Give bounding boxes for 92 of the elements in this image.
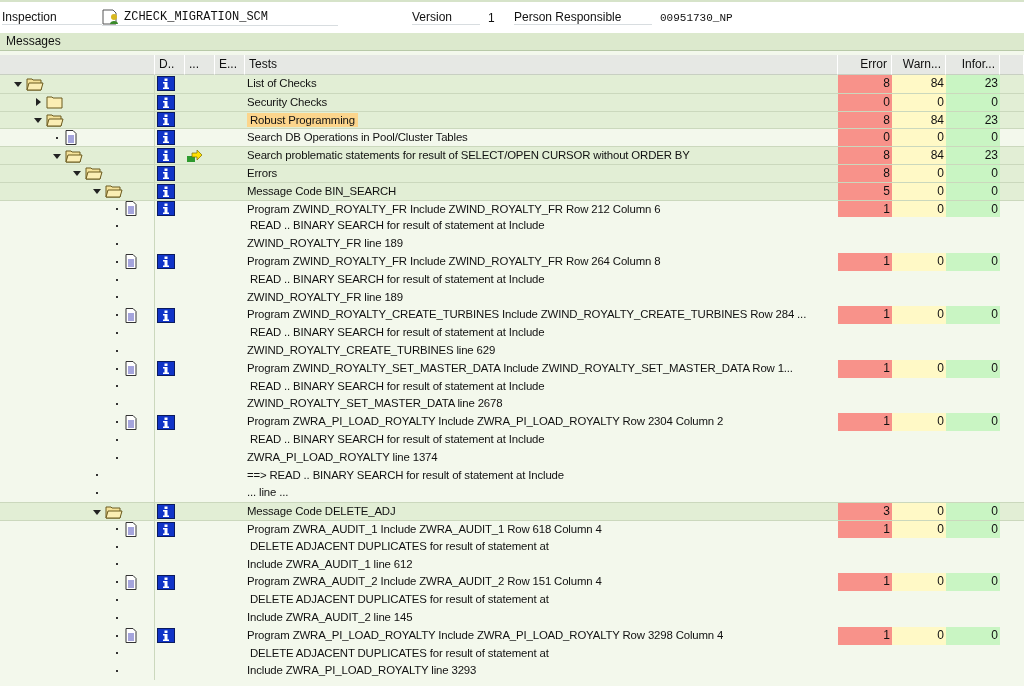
warning-count: 0 — [892, 128, 946, 147]
info-count: 23 — [946, 146, 1000, 164]
test-name[interactable]: READ .. BINARY SEARCH for result of statement at Include — [247, 432, 545, 445]
test-name[interactable]: Search problematic statements for result of SELECT/OPEN CURSOR without ORDER BY — [247, 149, 690, 162]
info-count: 0 — [946, 306, 1000, 325]
test-name[interactable]: ==> READ .. BINARY SEARCH for result of statement at Include — [247, 468, 564, 481]
warning-count: 0 — [892, 306, 946, 325]
test-name[interactable]: Program ZWRA_PI_LOAD_ROYALTY Include ZWRA_PI_LOAD_ROYALTY Row 2304 Column 2 — [247, 415, 724, 428]
test-name[interactable]: READ .. BINARY SEARCH for result of statement at Include — [247, 219, 545, 232]
error-count: 3 — [838, 502, 892, 520]
inspection-name: ZCHECK_MIGRATION_SCM — [124, 10, 269, 24]
test-name[interactable]: Program ZWRA_PI_LOAD_ROYALTY Include ZWRA_PI_LOAD_ROYALTY Row 3298 Column 4 — [247, 628, 724, 641]
expanded-toggle-icon[interactable] — [33, 116, 42, 124]
column-header[interactable]: Tests — [245, 55, 838, 75]
collapsed-toggle-icon[interactable] — [33, 98, 42, 107]
warning-count: 84 — [892, 146, 946, 164]
test-name[interactable]: ZWIND_ROYALTY_FR line 189 — [247, 290, 403, 303]
warning-count: 84 — [892, 75, 946, 93]
test-name[interactable]: DELETE ADJACENT DUPLICATES for result of statement at — [247, 593, 549, 606]
error-count: 0 — [838, 128, 892, 147]
version-label: Version — [412, 10, 480, 25]
test-name[interactable]: ... line ... — [247, 486, 289, 499]
open-folder-icon — [65, 148, 84, 163]
column-header[interactable]: Warn... — [892, 55, 946, 75]
test-name[interactable]: ZWIND_ROYALTY_SET_MASTER_DATA line 2678 — [247, 397, 503, 410]
test-name[interactable]: Include ZWRA_AUDIT_1 line 612 — [247, 557, 413, 570]
messages-title-bar: Messages — [0, 33, 1024, 51]
warning-count: 0 — [892, 502, 946, 520]
document-icon — [124, 307, 137, 323]
test-name[interactable]: Errors — [247, 167, 278, 179]
column-header — [1000, 55, 1024, 75]
error-count: 1 — [838, 573, 892, 592]
document-icon — [124, 254, 137, 270]
error-count: 8 — [838, 146, 892, 164]
test-name[interactable]: Include ZWRA_PI_LOAD_ROYALTY line 3293 — [247, 664, 477, 677]
document-icon — [124, 521, 137, 537]
document-icon — [124, 628, 137, 644]
document-icon — [65, 130, 78, 146]
test-name[interactable]: ZWIND_ROYALTY_FR line 189 — [247, 237, 403, 250]
info-count: 0 — [946, 573, 1000, 592]
test-name[interactable]: Program ZWIND_ROYALTY_FR Include ZWIND_ROYALTY_FR Row 212 Column 6 — [247, 202, 661, 215]
open-folder-icon — [45, 113, 64, 127]
column-header[interactable]: Error — [838, 55, 892, 75]
expanded-toggle-icon[interactable] — [92, 507, 101, 516]
test-name[interactable]: ZWIND_ROYALTY_CREATE_TURBINES line 629 — [247, 343, 496, 356]
info-count: 0 — [946, 413, 1000, 431]
test-name[interactable]: DELETE ADJACENT DUPLICATES for result of statement at — [247, 646, 549, 659]
document-icon — [124, 201, 137, 217]
error-count: 8 — [838, 75, 892, 93]
column-header[interactable]: Infor... — [946, 55, 1000, 75]
error-count: 1 — [838, 306, 892, 325]
expanded-toggle-icon[interactable] — [73, 169, 82, 178]
test-name[interactable]: Search DB Operations in Pool/Cluster Tables — [247, 131, 468, 144]
document-icon — [124, 361, 137, 377]
inspection-icon — [102, 9, 120, 25]
column-header[interactable]: ... — [185, 55, 215, 75]
person-responsible-value: 00951730_NP — [659, 11, 733, 24]
test-name[interactable]: READ .. BINARY SEARCH for result of statement at Include — [247, 272, 545, 285]
open-folder-icon — [104, 504, 123, 519]
expanded-toggle-icon[interactable] — [53, 151, 62, 160]
test-name[interactable]: Program ZWIND_ROYALTY_FR Include ZWIND_ROYALTY_FR Row 264 Column 8 — [247, 254, 661, 267]
version-value: 1 — [487, 10, 496, 25]
column-header[interactable]: D.. — [155, 55, 185, 75]
test-name[interactable]: READ .. BINARY SEARCH for result of statement at Include — [247, 326, 545, 339]
info-count: 0 — [946, 502, 1000, 520]
document-icon — [124, 574, 137, 590]
test-name[interactable]: Include ZWRA_AUDIT_2 line 145 — [247, 610, 413, 623]
test-name[interactable]: Robust Programming — [247, 112, 358, 127]
test-name[interactable]: Program ZWIND_ROYALTY_CREATE_TURBINES Include ZWIND_ROYALTY_CREATE_TURBINES Row 284 ... — [247, 308, 807, 321]
open-folder-icon — [104, 184, 123, 199]
person-responsible-label: Person Responsible — [514, 10, 652, 25]
info-count: 0 — [946, 128, 1000, 147]
test-name[interactable]: DELETE ADJACENT DUPLICATES for result of statement at — [247, 539, 549, 552]
test-name[interactable]: Message Code DELETE_ADJ — [247, 505, 396, 518]
column-header[interactable]: E... — [215, 55, 245, 75]
document-icon — [124, 414, 137, 430]
test-name[interactable]: List of Checks — [247, 77, 317, 89]
open-folder-icon — [85, 166, 104, 181]
expanded-toggle-icon[interactable] — [14, 79, 22, 88]
error-count: 1 — [838, 413, 892, 431]
expanded-toggle-icon[interactable] — [92, 187, 101, 196]
info-count: 23 — [946, 75, 1000, 93]
test-name[interactable]: Message Code BIN_SEARCH — [247, 184, 397, 197]
test-name[interactable]: Security Checks — [247, 95, 328, 108]
test-name[interactable]: Program ZWRA_AUDIT_1 Include ZWRA_AUDIT_1 Row 618 Column 4 — [247, 522, 602, 535]
test-name[interactable]: READ .. BINARY SEARCH for result of statement at Include — [247, 379, 545, 392]
test-name[interactable]: ZWRA_PI_LOAD_ROYALTY line 1374 — [247, 450, 438, 463]
warning-count: 0 — [892, 573, 946, 592]
test-name[interactable]: Program ZWIND_ROYALTY_SET_MASTER_DATA Include ZWIND_ROYALTY_SET_MASTER_DATA Row 1... — [247, 361, 793, 374]
open-folder-icon — [26, 76, 44, 91]
warning-count: 0 — [892, 413, 946, 431]
test-name[interactable]: Program ZWRA_AUDIT_2 Include ZWRA_AUDIT_2 Row 151 Column 4 — [247, 575, 602, 588]
